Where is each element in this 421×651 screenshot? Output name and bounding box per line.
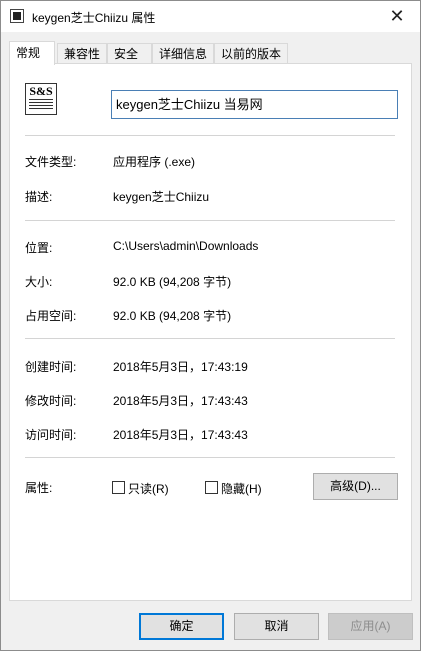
- properties-window: keygen芝士Chiizu 属性 ✕ 常规 兼容性 安全 详细信息 以前的版本…: [0, 0, 421, 651]
- separator: [25, 220, 395, 221]
- hidden-checkbox[interactable]: [205, 481, 218, 494]
- size-on-disk-value: 92.0 KB (94,208 字节): [113, 309, 232, 323]
- separator: [25, 457, 395, 458]
- ok-button[interactable]: 确定: [139, 613, 224, 640]
- modified-value: 2018年5月3日，17:43:43: [113, 394, 248, 408]
- application-icon: S&S: [25, 83, 57, 115]
- separator: [25, 338, 395, 339]
- tab-compatibility[interactable]: 兼容性: [57, 43, 107, 63]
- apply-button[interactable]: 应用(A): [328, 613, 413, 640]
- cancel-button[interactable]: 取消: [234, 613, 319, 640]
- attributes-label: 属性:: [25, 481, 53, 495]
- location-value: C:\Users\admin\Downloads: [113, 239, 259, 253]
- file-type-label: 文件类型:: [25, 155, 77, 169]
- size-label: 大小:: [25, 275, 53, 289]
- modified-label: 修改时间:: [25, 394, 77, 408]
- window-title: keygen芝士Chiizu 属性: [32, 11, 156, 25]
- accessed-label: 访问时间:: [25, 428, 77, 442]
- description-value: keygen芝士Chiizu: [113, 190, 210, 204]
- description-label: 描述:: [25, 190, 53, 204]
- hidden-label[interactable]: 隐藏(H): [221, 480, 262, 497]
- file-name-input[interactable]: keygen芝士Chiizu 当易网: [111, 90, 398, 119]
- advanced-button[interactable]: 高级(D)...: [313, 473, 398, 500]
- general-panel: S&S keygen芝士Chiizu 当易网 文件类型: 应用程序 (.exe)…: [9, 63, 412, 601]
- readonly-checkbox[interactable]: [112, 481, 125, 494]
- close-button[interactable]: ✕: [374, 1, 420, 32]
- tab-details[interactable]: 详细信息: [152, 43, 214, 63]
- location-label: 位置:: [25, 241, 53, 255]
- file-icon: [10, 9, 24, 23]
- tab-previous-versions[interactable]: 以前的版本: [214, 43, 288, 63]
- readonly-label[interactable]: 只读(R): [128, 480, 169, 497]
- created-label: 创建时间:: [25, 360, 77, 374]
- separator: [25, 135, 395, 136]
- file-type-value: 应用程序 (.exe): [113, 155, 196, 169]
- created-value: 2018年5月3日，17:43:19: [113, 360, 248, 374]
- size-on-disk-label: 占用空间:: [25, 309, 77, 323]
- accessed-value: 2018年5月3日，17:43:43: [113, 428, 248, 442]
- size-value: 92.0 KB (94,208 字节): [113, 275, 232, 289]
- title-bar[interactable]: keygen芝士Chiizu 属性 ✕: [1, 1, 420, 32]
- tab-security[interactable]: 安全: [107, 43, 152, 63]
- tab-general[interactable]: 常规: [9, 41, 55, 65]
